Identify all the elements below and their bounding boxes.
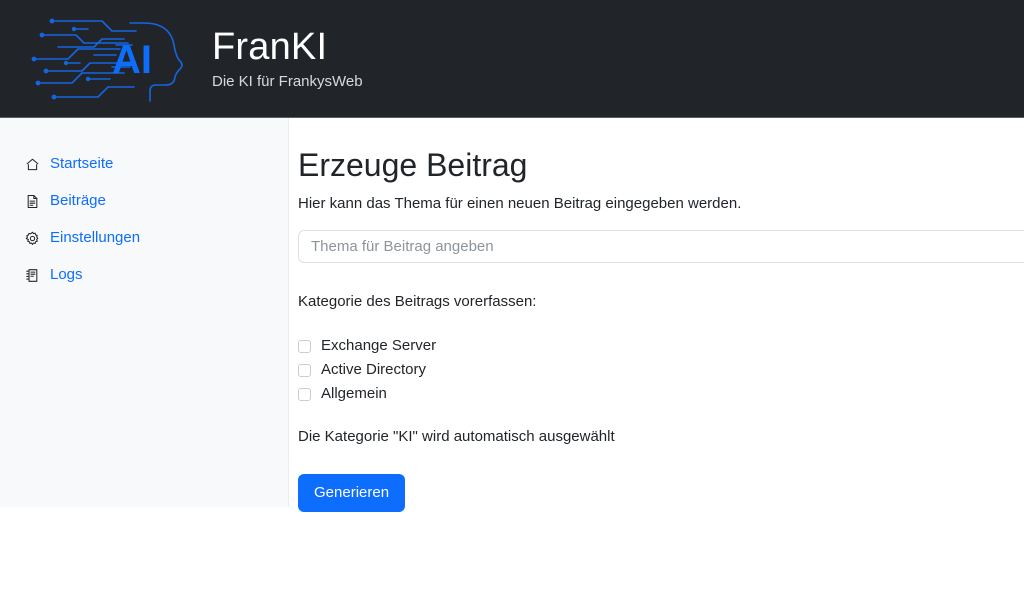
- checkbox-row-exchange-server[interactable]: Exchange Server: [298, 334, 1024, 358]
- sidebar-item-label: Einstellungen: [50, 229, 141, 246]
- home-icon: [24, 156, 40, 172]
- app-title: FranKI: [212, 26, 328, 68]
- sidebar-item-label: Startseite: [50, 155, 114, 172]
- page-title: Erzeuge Beitrag: [298, 147, 528, 183]
- gear-icon: [24, 230, 40, 246]
- checkbox-label: Allgemein: [321, 385, 387, 402]
- sidebar-item-beitraege[interactable]: Beiträge: [0, 189, 288, 213]
- checkbox-label: Active Directory: [321, 361, 427, 378]
- page-body: Startseite Beiträge Einstellungen Logs E…: [0, 118, 1024, 597]
- category-checkbox-group: Exchange Server Active Directory Allgeme…: [298, 334, 1024, 406]
- sidebar-item-label: Logs: [50, 266, 83, 283]
- sidebar-item-startseite[interactable]: Startseite: [0, 152, 288, 176]
- checkbox-exchange-server[interactable]: [298, 339, 311, 353]
- checkbox-label: Exchange Server: [321, 337, 437, 354]
- logo-ai-text: AI: [112, 38, 152, 82]
- journal-icon: [24, 267, 40, 283]
- generate-button[interactable]: Generieren: [298, 474, 406, 512]
- app-subtitle: Die KI für FrankysWeb: [212, 73, 363, 90]
- sidebar-item-label: Beiträge: [50, 192, 106, 209]
- checkbox-active-directory[interactable]: [298, 363, 311, 377]
- file-text-icon: [24, 193, 40, 209]
- sidebar-nav: Startseite Beiträge Einstellungen Logs: [0, 118, 289, 507]
- page-description: Hier kann das Thema für einen neuen Beit…: [298, 195, 742, 212]
- main-content: Erzeuge Beitrag Hier kann das Thema für …: [289, 118, 1024, 512]
- app-header: AI FranKI Die KI für FrankysWeb: [0, 0, 1024, 118]
- checkbox-row-allgemein[interactable]: Allgemein: [298, 382, 1024, 406]
- checkbox-allgemein[interactable]: [298, 387, 311, 401]
- brand-text-block: FranKI Die KI für FrankysWeb: [212, 25, 363, 92]
- sidebar-item-einstellungen[interactable]: Einstellungen: [0, 226, 288, 250]
- sidebar-item-logs[interactable]: Logs: [0, 263, 288, 287]
- topic-input[interactable]: [298, 230, 1024, 263]
- category-label: Kategorie des Beitrags vorerfassen:: [298, 293, 537, 310]
- checkbox-row-active-directory[interactable]: Active Directory: [298, 358, 1024, 382]
- auto-category-note: Die Kategorie "KI" wird automatisch ausg…: [298, 428, 615, 445]
- ai-circuit-head-logo: AI: [31, 18, 183, 102]
